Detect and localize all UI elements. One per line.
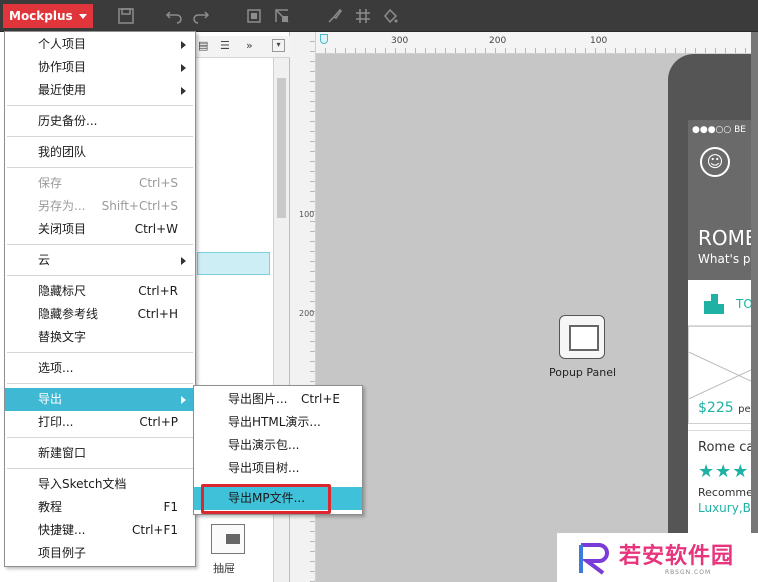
watermark-logo-icon xyxy=(579,543,609,575)
tag-text: Luxury,B xyxy=(698,501,751,515)
menu-item-recent[interactable]: 最近使用 xyxy=(5,79,195,102)
brush-icon[interactable] xyxy=(326,7,344,25)
chevron-down-icon xyxy=(79,14,87,19)
card-title: Rome ca xyxy=(698,440,755,455)
building-icon xyxy=(704,294,724,314)
hero-banner: ●●●○○ BE ☺ ROME What's p xyxy=(688,120,758,280)
price-label: $225 pe xyxy=(698,400,751,416)
menu-item-save-as: 另存为... Shift+Ctrl+S xyxy=(38,199,178,213)
menu-item-cloud[interactable]: 云 xyxy=(5,249,195,272)
more-icon[interactable]: » xyxy=(246,39,253,52)
panel-tab-bar: ▤ ☰ » ▾ xyxy=(196,36,290,58)
ruler-marker-icon[interactable] xyxy=(320,34,328,44)
submenu-item-export-html[interactable]: 导出HTML演示... xyxy=(194,411,362,434)
crop-icon[interactable] xyxy=(245,7,263,25)
highlight-box xyxy=(201,484,331,514)
selected-tree-item[interactable] xyxy=(197,252,270,275)
phone-screen: ●●●○○ BE ☺ ROME What's p TO $225 pe Rome… xyxy=(688,120,758,582)
brand-label: Mockplus xyxy=(9,9,73,23)
transform-icon[interactable] xyxy=(273,7,291,25)
save-icon[interactable] xyxy=(117,7,135,25)
menu-separator xyxy=(7,383,193,384)
ruler-label: 100 xyxy=(590,36,608,46)
grid-icon[interactable] xyxy=(354,7,372,25)
menu-separator xyxy=(7,352,193,353)
menu-separator xyxy=(7,437,193,438)
scrollbar-thumb[interactable] xyxy=(277,78,286,218)
chevron-right-icon xyxy=(181,64,186,72)
menu-separator xyxy=(7,244,193,245)
popup-panel-label: Popup Panel xyxy=(549,366,617,379)
city-subtitle: What's p xyxy=(698,252,751,266)
submenu-item-export-demo-package[interactable]: 导出演示包... xyxy=(194,434,362,457)
list-icon[interactable]: ☰ xyxy=(220,39,230,52)
price-value: $225 xyxy=(698,400,734,416)
menu-item-import-sketch[interactable]: 导入Sketch文档 xyxy=(5,473,195,496)
menu-item-hide-rulers[interactable]: 隐藏标尺 Ctrl+R xyxy=(5,280,195,303)
price-suffix: pe xyxy=(738,404,751,415)
rating-stars: ★★★ xyxy=(698,461,750,482)
menu-item-my-team[interactable]: 我的团队 xyxy=(5,141,195,164)
watermark-text: 若安软件园 xyxy=(619,544,735,569)
component-scrollbar[interactable] xyxy=(273,515,289,582)
undo-icon[interactable] xyxy=(165,7,183,25)
submenu-item-export-project-tree[interactable]: 导出项目树... xyxy=(194,457,362,480)
brand-menu-button[interactable]: Mockplus xyxy=(3,4,93,28)
menu-separator xyxy=(7,167,193,168)
menu-item-new-window[interactable]: 新建窗口 xyxy=(5,442,195,465)
popup-panel-icon[interactable] xyxy=(559,315,605,359)
smiley-icon: ☺ xyxy=(700,147,730,177)
phone-mockup[interactable]: ●●●○○ BE ☺ ROME What's p TO $225 pe Rome… xyxy=(668,54,758,582)
main-menu: 个人项目 协作项目 最近使用 历史备份... 我的团队 保存 Ctrl+S 另存为… xyxy=(4,31,196,567)
menu-separator xyxy=(7,105,193,106)
collapse-icon[interactable]: ▾ xyxy=(272,39,285,52)
watermark-subtext: RBSGN.COM xyxy=(665,569,712,576)
menu-item-tutorial[interactable]: 教程 F1 xyxy=(5,496,195,519)
category-tab[interactable]: TO xyxy=(688,280,758,326)
recommend-text: Recomme xyxy=(698,486,753,499)
menu-separator xyxy=(7,136,193,137)
menu-item-examples[interactable]: 项目例子 xyxy=(5,542,195,565)
ruler-label: 300 xyxy=(391,36,409,46)
page-icon[interactable]: ▤ xyxy=(198,39,208,52)
panel-scrollbar[interactable] xyxy=(273,58,289,388)
ruler-label: 200 xyxy=(299,309,315,318)
menu-separator xyxy=(7,468,193,469)
horizontal-ruler xyxy=(316,32,758,54)
menu-item-save: 保存 Ctrl+S xyxy=(38,176,178,190)
watermark: 若安软件园 RBSGN.COM xyxy=(557,533,758,582)
menu-item-team-projects[interactable]: 协作项目 xyxy=(5,56,195,79)
chevron-right-icon xyxy=(181,41,186,49)
ruler-label: 200 xyxy=(489,36,507,46)
menu-separator xyxy=(7,275,193,276)
menu-item-export[interactable]: 导出 xyxy=(5,388,195,411)
menu-item-print[interactable]: 打印... Ctrl+P xyxy=(5,411,195,434)
drawer-icon xyxy=(211,524,245,554)
menu-item-hide-guides[interactable]: 隐藏参考线 Ctrl+H xyxy=(5,303,195,326)
status-bar: ●●●○○ BE xyxy=(692,125,746,135)
menu-item-personal-projects[interactable]: 个人项目 xyxy=(5,33,195,56)
chevron-right-icon xyxy=(181,257,186,265)
paint-bucket-icon[interactable] xyxy=(381,7,399,25)
drawer-label: 抽屉 xyxy=(213,562,235,575)
window-scrollbar[interactable] xyxy=(751,32,758,582)
menu-item-close-project[interactable]: 关闭项目 Ctrl+W xyxy=(5,218,195,241)
redo-icon[interactable] xyxy=(192,7,210,25)
top-toolbar: Mockplus xyxy=(0,0,758,32)
menu-item-shortcuts[interactable]: 快捷键... Ctrl+F1 xyxy=(5,519,195,542)
chevron-right-icon xyxy=(181,87,186,95)
menu-item-options[interactable]: 选项... xyxy=(5,357,195,380)
menu-item-history-backup[interactable]: 历史备份... xyxy=(5,110,195,133)
menu-item-replace-text[interactable]: 替换文字 xyxy=(5,326,195,349)
ruler-label: 100 xyxy=(299,210,315,219)
divider xyxy=(688,430,758,431)
city-title: ROME xyxy=(698,226,758,250)
chevron-right-icon xyxy=(181,396,186,404)
submenu-item-export-image[interactable]: 导出图片... Ctrl+E xyxy=(194,388,362,411)
drawer-component[interactable]: 抽屉 xyxy=(205,522,255,578)
